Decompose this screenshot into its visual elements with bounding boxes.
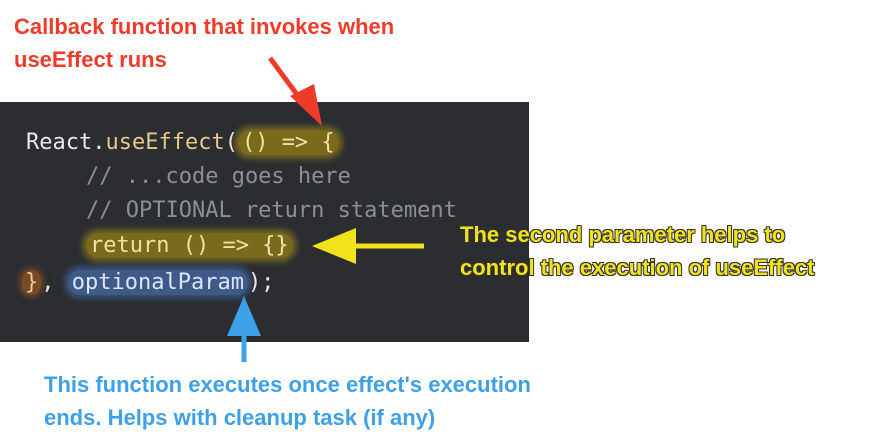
callback-annotation: Callback function that invokes when useE… — [14, 10, 534, 76]
cleanup-annotation: This function executes once effect's exe… — [44, 368, 684, 434]
comma: , — [41, 270, 68, 295]
code-line-5: }, optionalParam); — [22, 266, 274, 300]
code-line-1: React.useEffect(() => { — [26, 126, 339, 160]
react-object: React. — [26, 130, 106, 155]
callback-annotation-line-2: useEffect runs — [14, 47, 167, 72]
optional-param-highlight: optionalParam — [67, 270, 248, 295]
code-line-2-comment: // ...code goes here — [86, 164, 351, 189]
second-param-annotation-line-2: control the execution of useEffect — [460, 255, 815, 280]
code-panel: React.useEffect(() => { // ...code goes … — [0, 102, 529, 342]
cleanup-annotation-line-1: This function executes once effect's exe… — [44, 372, 531, 397]
second-param-annotation-line-1: The second parameter helps to — [460, 222, 786, 247]
close-paren: ); — [247, 270, 275, 295]
callback-annotation-line-1: Callback function that invokes when — [14, 14, 395, 39]
second-param-annotation: The second parameter helps to control th… — [460, 218, 880, 284]
code-line-4: return () => {} — [86, 229, 293, 263]
code-line-3-comment: // OPTIONAL return statement — [86, 198, 457, 223]
use-effect-call: useEffect — [105, 130, 225, 155]
code-block: React.useEffect(() => { // ...code goes … — [0, 102, 529, 342]
closing-brace-highlight: } — [22, 270, 42, 295]
return-cleanup-highlight: return () => {} — [86, 233, 293, 258]
open-paren: ( — [224, 130, 238, 155]
callback-highlight: () => { — [237, 130, 339, 155]
cleanup-annotation-line-2: ends. Helps with cleanup task (if any) — [44, 405, 436, 430]
